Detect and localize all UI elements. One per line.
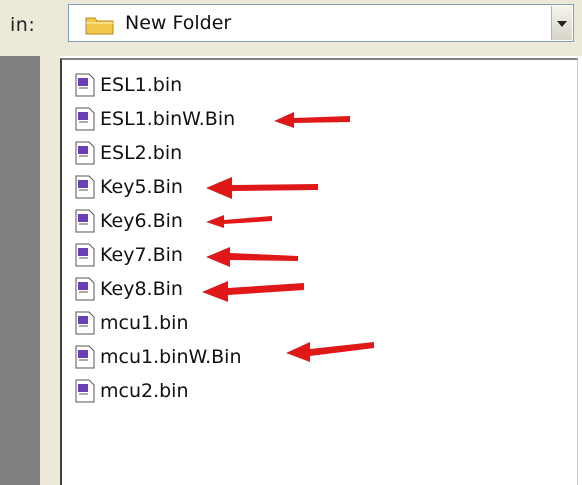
look-in-dropdown[interactable]: New Folder — [68, 4, 574, 42]
file-item[interactable]: Key8.Bin — [74, 274, 183, 304]
places-bar-edge — [40, 56, 60, 485]
file-list[interactable]: ESL1.bin ESL1.binW.Bin ESL2.bin Key5.Bin… — [60, 58, 578, 485]
arrow-left-icon — [206, 215, 272, 228]
file-icon — [75, 277, 95, 301]
file-item[interactable]: Key7.Bin — [74, 240, 183, 270]
arrow-left-icon — [274, 112, 350, 128]
file-icon — [75, 345, 95, 369]
file-icon — [75, 209, 95, 233]
arrow-left-icon — [202, 281, 304, 302]
file-item[interactable]: Key6.Bin — [74, 206, 183, 236]
arrow-left-icon — [206, 177, 318, 199]
file-icon — [75, 73, 95, 97]
file-icon — [75, 379, 95, 403]
file-item[interactable]: mcu1.binW.Bin — [74, 342, 242, 372]
places-bar — [0, 56, 40, 485]
file-item[interactable]: mcu2.bin — [74, 376, 189, 406]
look-in-bar: in: New Folder — [0, 0, 582, 56]
file-name: Key7.Bin — [100, 244, 183, 266]
file-icon — [75, 141, 95, 165]
file-name: mcu1.binW.Bin — [100, 346, 242, 368]
file-item[interactable]: ESL2.bin — [74, 138, 182, 168]
file-name: mcu1.bin — [100, 312, 189, 334]
file-icon — [75, 311, 95, 335]
chevron-down-icon[interactable] — [551, 6, 572, 40]
file-name: mcu2.bin — [100, 380, 189, 402]
file-item[interactable]: ESL1.bin — [74, 70, 182, 100]
file-item[interactable]: ESL1.binW.Bin — [74, 104, 235, 134]
file-item[interactable]: mcu1.bin — [74, 308, 189, 338]
file-name: Key8.Bin — [100, 278, 183, 300]
folder-icon — [85, 17, 114, 35]
file-icon — [75, 175, 95, 199]
file-name: ESL1.binW.Bin — [100, 108, 236, 130]
arrow-left-icon — [206, 247, 298, 267]
file-name: Key5.Bin — [100, 176, 183, 198]
current-folder-name: New Folder — [125, 12, 232, 34]
file-item[interactable]: Key5.Bin — [74, 172, 183, 202]
file-icon — [75, 243, 95, 267]
look-in-label: in: — [10, 14, 36, 36]
file-name: ESL2.bin — [100, 142, 183, 164]
file-name: ESL1.bin — [100, 74, 183, 96]
file-name: Key6.Bin — [100, 210, 183, 232]
file-icon — [75, 107, 95, 131]
arrow-left-icon — [286, 342, 374, 362]
